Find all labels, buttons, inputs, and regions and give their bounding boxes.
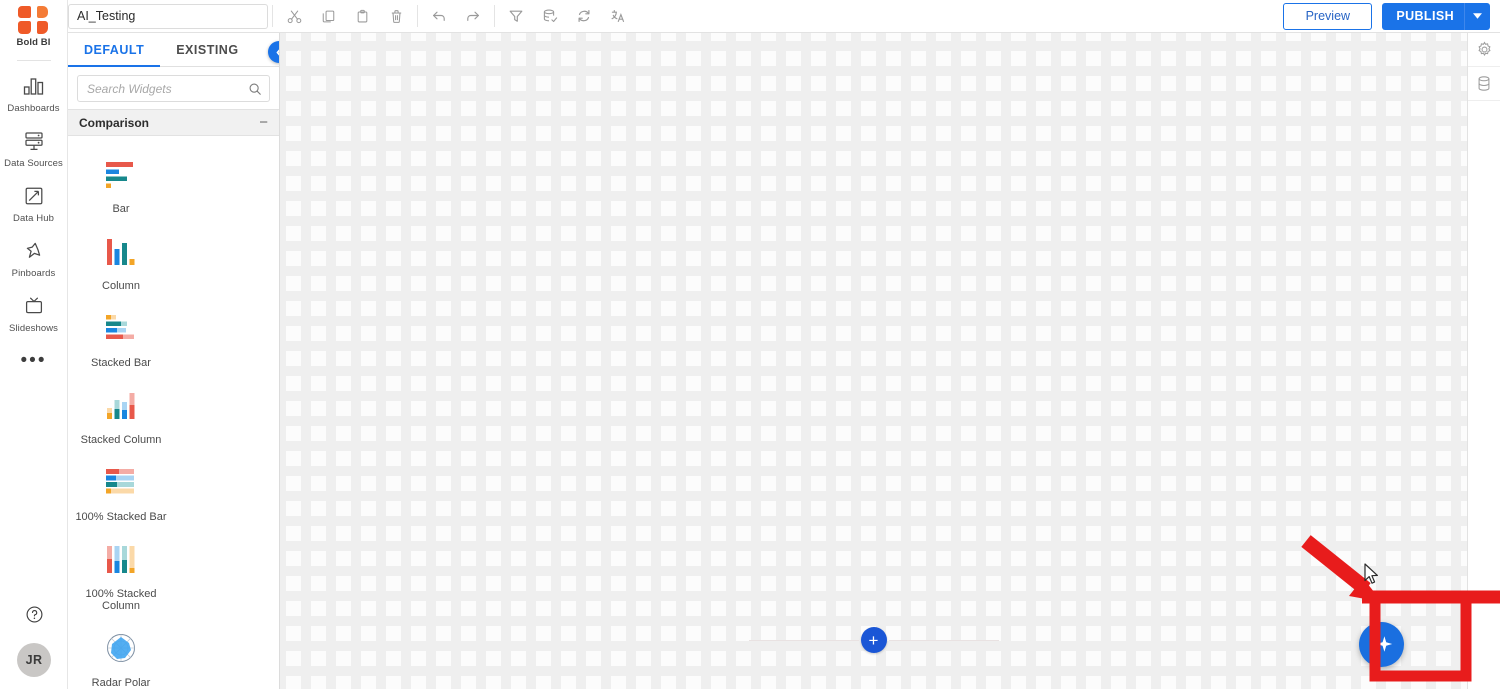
paste-button[interactable] [345,3,379,29]
column-widget-icon [99,231,143,271]
clipboard-action-group [277,3,413,29]
caret-down-icon[interactable] [1464,2,1490,30]
sidebar-item-data-sources[interactable]: Data Sources [0,120,68,175]
sidebar-more-button[interactable]: ••• [21,351,47,370]
sidebar-item-label: Data Hub [13,213,54,224]
toolbar-divider [494,5,495,27]
radar-polar-widget-icon [99,628,143,668]
database-stack-icon [22,129,46,153]
widget-group-title: Comparison [79,115,150,130]
full-stacked-column-widget-icon [99,539,143,579]
widget-100-stacked-column[interactable]: 100% Stacked Column [68,533,174,622]
search-icon[interactable] [248,82,262,96]
sidebar-item-pinboards[interactable]: Pinboards [0,230,68,285]
connect-data-button[interactable] [533,3,567,29]
stacked-column-widget-icon [99,385,143,425]
dashboard-canvas[interactable]: + [280,33,1467,689]
palette-scroll-area[interactable]: Comparison − Bar Column Stacked Bar Stac… [68,109,279,689]
app-root: Bold BI Dashboards Data Sources Data Hub… [0,0,1500,689]
stacked-bar-widget-icon [99,308,143,348]
data-button[interactable] [1467,67,1500,101]
toolbar-divider [272,5,273,27]
database-icon [1476,75,1492,92]
ai-assistant-button[interactable] [1359,622,1404,667]
tools-action-group [499,3,635,29]
sidebar-item-label: Data Sources [4,158,63,169]
sparkle-ai-icon [1369,632,1395,658]
add-row-line-left [748,639,859,641]
bar-chart-icon [22,74,46,98]
sidebar-item-slideshows[interactable]: Slideshows [0,285,68,340]
full-stacked-bar-widget-icon [99,462,143,502]
widget-bar[interactable]: Bar [68,148,174,225]
widget-label: Radar Polar [91,677,151,689]
sidebar-item-dashboards[interactable]: Dashboards [0,65,68,120]
widget-label: Stacked Bar [91,357,151,369]
left-navigation-rail: Bold BI Dashboards Data Sources Data Hub… [0,0,68,689]
rail-divider [16,60,51,61]
widget-group-items-comparison: Bar Column Stacked Bar Stacked Column 10… [68,136,279,689]
publish-button[interactable]: PUBLISH [1382,2,1490,30]
sidebar-item-label: Dashboards [7,103,60,114]
rail-bottom-group: JR [0,604,68,677]
settings-button[interactable] [1467,33,1500,67]
add-row-line-right [888,639,999,641]
search-widgets-wrapper [68,67,279,109]
gear-icon [1476,41,1493,58]
widget-label: 100% Stacked Bar [75,511,167,523]
minus-icon[interactable]: − [259,115,268,130]
refresh-button[interactable] [567,3,601,29]
pin-icon [22,239,46,263]
slideshow-icon [22,294,46,318]
sidebar-item-label: Slideshows [8,323,59,334]
toolbar-divider [417,5,418,27]
widget-label: Column [102,280,140,292]
palette-tabs: DEFAULT EXISTING [68,33,279,67]
delete-button[interactable] [379,3,413,29]
search-input[interactable] [87,81,248,96]
widget-group-header-comparison[interactable]: Comparison − [68,109,279,136]
widget-100-stacked-bar[interactable]: 100% Stacked Bar [68,456,174,533]
top-toolbar: Preview PUBLISH [68,0,1500,33]
copy-button[interactable] [311,3,345,29]
history-action-group [422,3,490,29]
search-widgets-box[interactable] [77,75,270,102]
widget-label: Stacked Column [80,434,162,446]
tab-default[interactable]: DEFAULT [68,33,161,67]
publish-button-label: PUBLISH [1396,9,1454,23]
right-tool-rail [1467,33,1500,689]
add-row-container: + [280,627,1467,653]
canvas-grid [280,33,1467,689]
widget-column[interactable]: Column [68,225,174,302]
sidebar-item-label: Pinboards [11,268,56,279]
widget-label: 100% Stacked Column [85,588,157,612]
plus-icon: + [868,630,879,650]
widget-stacked-bar[interactable]: Stacked Bar [68,302,174,379]
editor-body: DEFAULT EXISTING Search Widgets Comparis… [68,33,1500,689]
widget-label: Bar [112,203,130,215]
redo-button[interactable] [456,3,490,29]
dashboard-name-input[interactable] [68,3,268,29]
brand-name: Bold BI [16,37,51,48]
avatar[interactable]: JR [17,643,51,677]
preview-button[interactable]: Preview [1283,2,1373,30]
main-area: Preview PUBLISH DEFAULT EXISTING [68,0,1500,689]
translate-button[interactable] [601,3,635,29]
brand-logo[interactable]: Bold BI [17,6,51,48]
bar-widget-icon [99,154,143,194]
widget-palette: DEFAULT EXISTING Search Widgets Comparis… [68,33,280,689]
filter-button[interactable] [499,3,533,29]
add-widget-button[interactable]: + [860,627,887,653]
chevron-left-icon[interactable] [268,41,279,63]
bold-bi-logo-icon [18,6,49,34]
data-hub-icon [22,184,46,208]
help-circle-icon[interactable] [24,604,45,625]
undo-button[interactable] [422,3,456,29]
cut-button[interactable] [277,3,311,29]
tab-existing[interactable]: EXISTING [160,33,254,66]
widget-stacked-column[interactable]: Stacked Column [68,379,174,456]
widget-radar-polar[interactable]: Radar Polar [68,622,174,689]
sidebar-item-data-hub[interactable]: Data Hub [0,175,68,230]
